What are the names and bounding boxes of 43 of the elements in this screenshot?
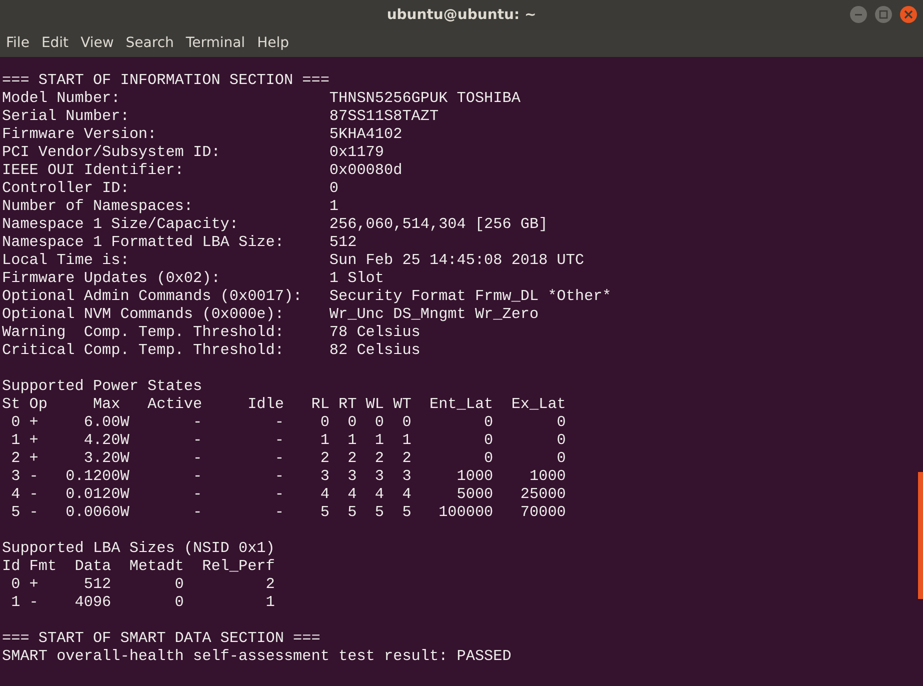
terminal-line: Number of Namespaces: 1 xyxy=(2,197,339,215)
terminal-line: Optional NVM Commands (0x000e): Wr_Unc DS_Mngmt Wr_Zero xyxy=(2,305,539,323)
terminal-line: Serial Number: 87SS11S8TAZT xyxy=(2,107,439,125)
terminal-line: SMART overall-health self-assessment test result: PASSED xyxy=(2,647,512,665)
terminal-line: 3 - 0.1200W - - 3 3 3 3 1000 1000 xyxy=(10,467,566,485)
menu-item[interactable]: Search xyxy=(120,30,180,57)
terminal-line: Namespace 1 Formatted LBA Size: 512 xyxy=(2,233,357,251)
terminal-line: === START OF SMART DATA SECTION === xyxy=(2,629,320,647)
terminal-line: 2 + 3.20W - - 2 2 2 2 0 0 xyxy=(10,449,566,467)
scrollbar-thumb[interactable] xyxy=(918,472,923,599)
close-button[interactable] xyxy=(900,6,917,23)
terminal-line: Optional Admin Commands (0x0017): Security Format Frmw_DL *Other* xyxy=(2,287,612,305)
close-icon xyxy=(904,10,913,19)
menu-item[interactable]: Terminal xyxy=(180,30,252,57)
terminal-line: 0 + 6.00W - - 0 0 0 0 0 0 xyxy=(10,413,566,431)
terminal-line: Local Time is: Sun Feb 25 14:45:08 2018 UTC xyxy=(2,251,584,269)
maximize-icon xyxy=(879,10,888,19)
terminal-line: Controller ID: 0 xyxy=(2,179,339,197)
terminal-line: Firmware Version: 5KHA4102 xyxy=(2,125,402,143)
terminal-line: St Op Max Active Idle RL RT WL WT Ent_Lat Ex_Lat xyxy=(2,395,566,413)
terminal-line: Id Fmt Data Metadt Rel_Perf xyxy=(2,557,275,575)
terminal-line: 4 - 0.0120W - - 4 4 4 4 5000 25000 xyxy=(10,485,566,503)
terminal-line: 1 - 4096 0 1 xyxy=(10,593,275,611)
terminal-line: Namespace 1 Size/Capacity: 256,060,514,304 [256 GB] xyxy=(2,215,548,233)
menu-item[interactable]: View xyxy=(74,30,120,57)
maximize-button[interactable] xyxy=(875,6,892,23)
terminal-line: Supported Power States xyxy=(2,377,202,395)
terminal-line: 0 + 512 0 2 xyxy=(10,575,275,593)
terminal-line: === START OF INFORMATION SECTION === xyxy=(2,71,330,89)
terminal-line: IEEE OUI Identifier: 0x00080d xyxy=(2,161,402,179)
menu-item[interactable]: Edit xyxy=(35,30,75,57)
terminal-line: Critical Comp. Temp. Threshold: 82 Celsius xyxy=(2,341,420,359)
terminal-line: Model Number: THNSN5256GPUK TOSHIBA xyxy=(2,89,520,107)
terminal-line: Firmware Updates (0x02): 1 Slot xyxy=(2,269,384,287)
terminal-line: Warning Comp. Temp. Threshold: 78 Celsius xyxy=(2,323,420,341)
window-title: ubuntu@ubuntu: ~ xyxy=(386,6,536,24)
terminal-line: 1 + 4.20W - - 1 1 1 1 0 0 xyxy=(10,431,566,449)
minimize-button[interactable] xyxy=(850,6,867,23)
menu-item[interactable]: Help xyxy=(251,30,295,57)
terminal-line: PCI Vendor/Subsystem ID: 0x1179 xyxy=(2,143,384,161)
menu-item[interactable]: File xyxy=(0,30,36,57)
terminal-line: Supported LBA Sizes (NSID 0x1) xyxy=(2,539,275,557)
terminal-line: 5 - 0.0060W - - 5 5 5 5 100000 70000 xyxy=(10,503,566,521)
